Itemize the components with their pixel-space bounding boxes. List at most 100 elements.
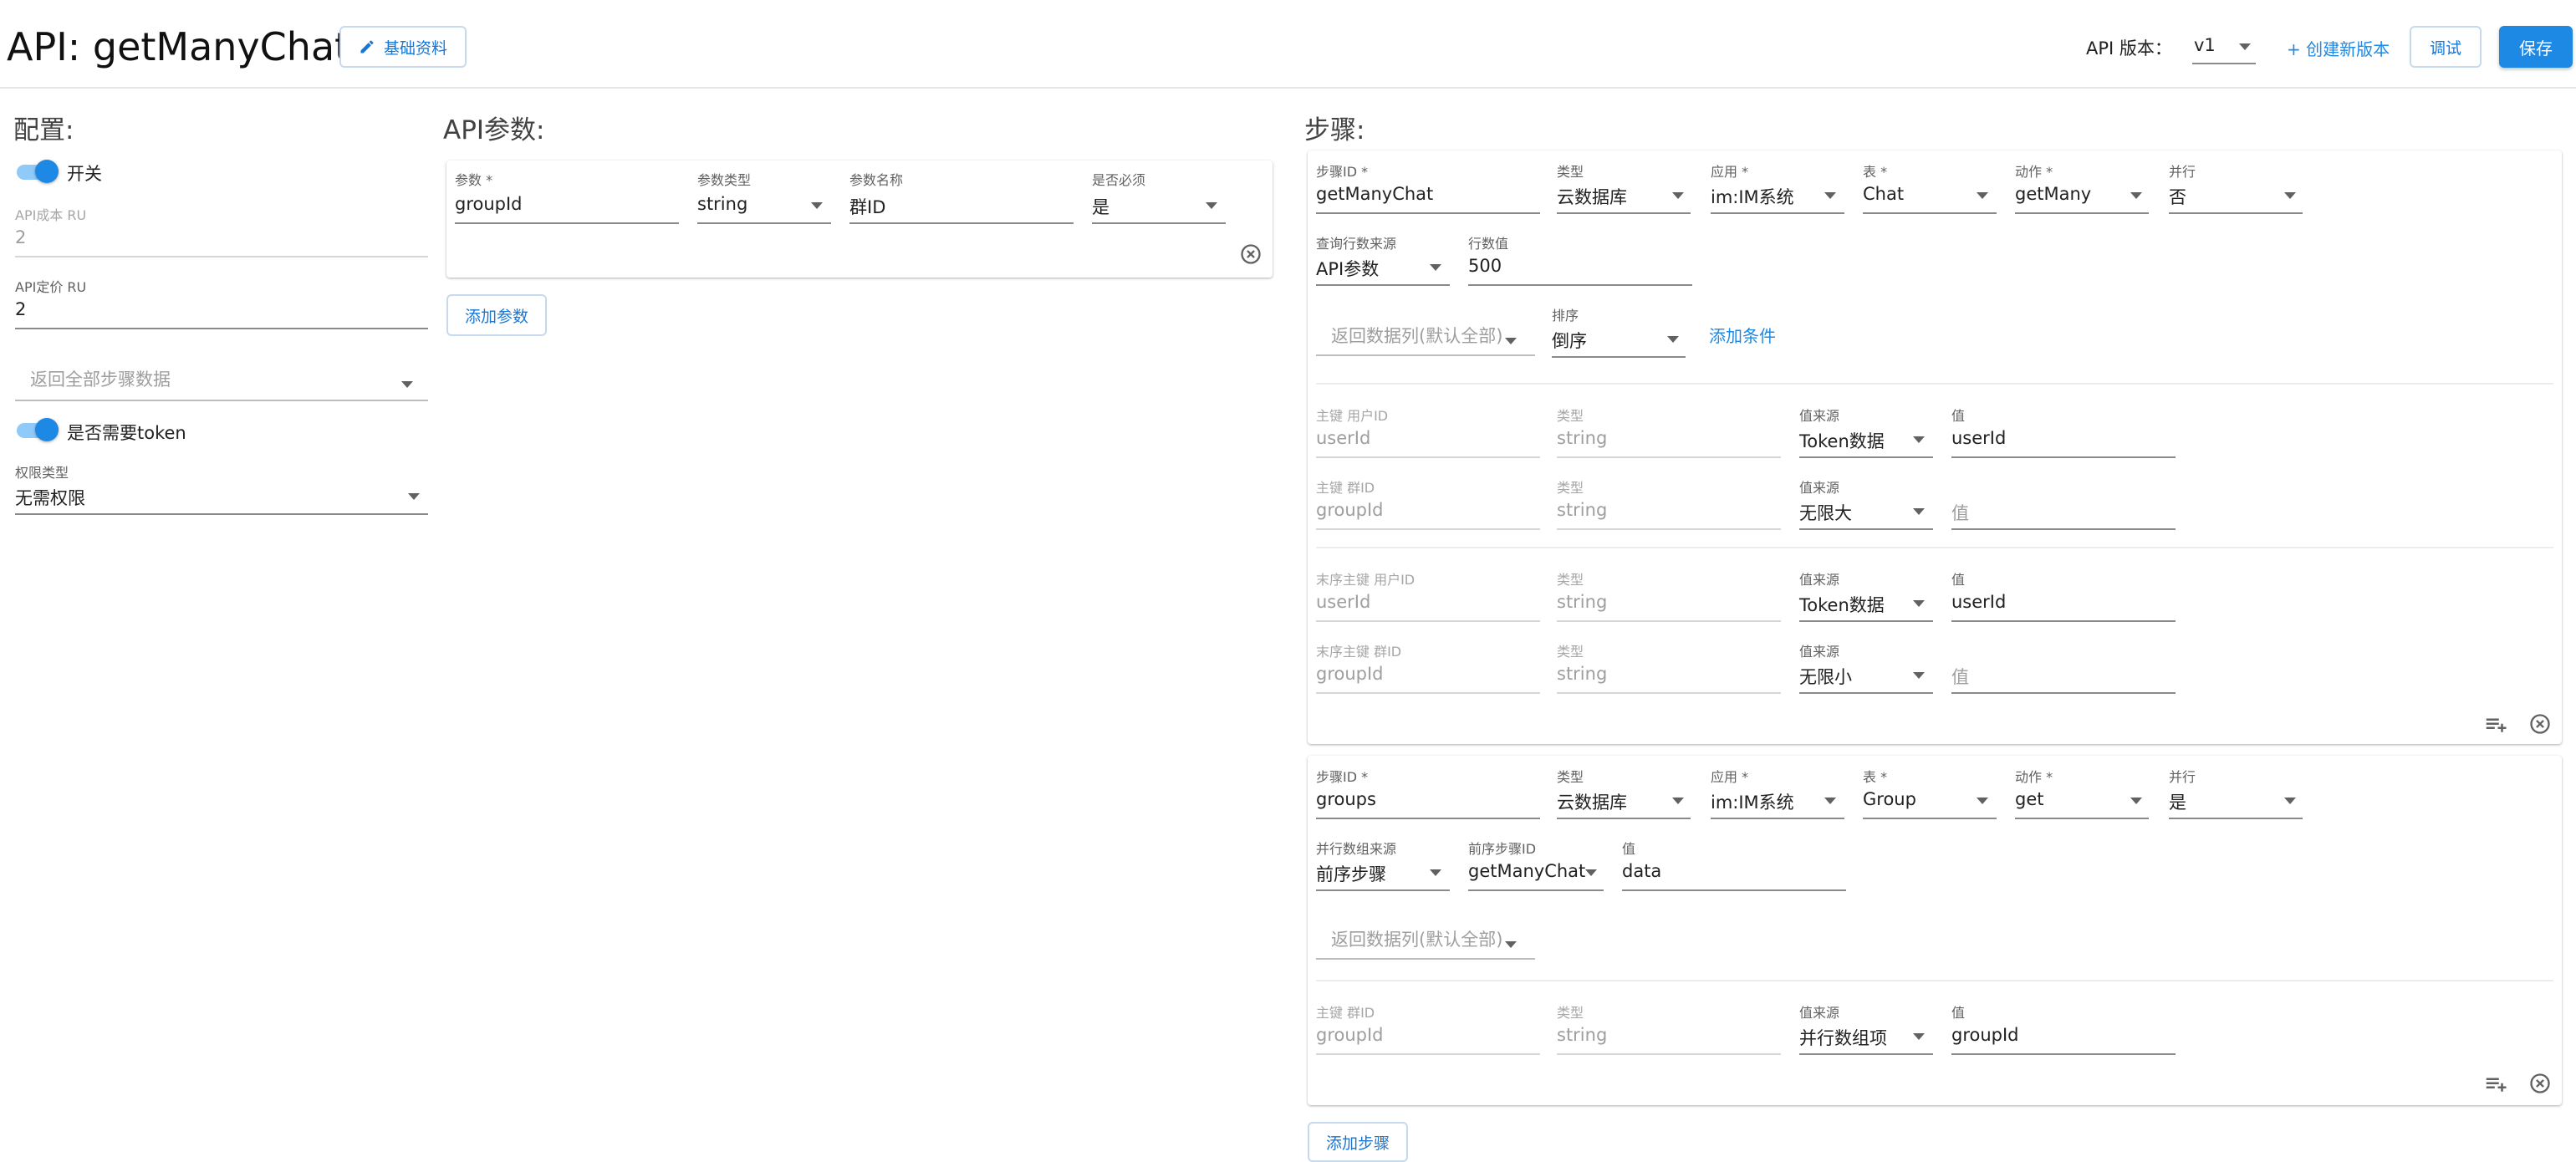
chevron-down-icon	[1206, 202, 1217, 209]
page-title: API: getManyChat	[7, 24, 350, 69]
value-source-select[interactable]: 无限大	[1799, 500, 1852, 525]
step-type-select[interactable]: 云数据库	[1557, 184, 1627, 209]
step-parallel-label: 并行	[2169, 164, 2196, 180]
chevron-down-icon	[1824, 798, 1836, 804]
key-type-input: string	[1557, 500, 1608, 520]
save-button[interactable]: 保存	[2499, 26, 2573, 68]
value-input[interactable]: userId	[1951, 592, 2006, 612]
key-label: 主键 群ID	[1316, 1005, 1375, 1021]
chevron-down-icon	[1913, 436, 1925, 443]
chevron-down-icon	[1977, 192, 1988, 199]
chevron-down-icon	[1913, 600, 1925, 607]
value-source-select[interactable]: 并行数组项	[1799, 1025, 1887, 1050]
close-circle-icon[interactable]	[1239, 242, 1262, 266]
add-param-button[interactable]: 添加参数	[446, 294, 547, 336]
return-all-steps-select[interactable]: 返回全部步骤数据	[30, 366, 171, 391]
chevron-down-icon	[1913, 1033, 1925, 1040]
step2-return-columns-underline	[1316, 958, 1535, 960]
value-source-select[interactable]: Token数据	[1799, 428, 1885, 453]
step-parallel-select[interactable]: 否	[2169, 184, 2186, 209]
api-price-underline	[15, 328, 428, 329]
chevron-down-icon	[1505, 941, 1517, 948]
params-section-title: API参数:	[443, 115, 545, 145]
chevron-down-icon	[1667, 336, 1679, 343]
step2-action-underline	[2015, 818, 2149, 819]
value-input[interactable]: 值	[1951, 664, 1969, 689]
step2-type-select[interactable]: 云数据库	[1557, 789, 1627, 814]
step-app-select[interactable]: im:IM系统	[1711, 184, 1794, 209]
rows-source-select[interactable]: API参数	[1316, 256, 1379, 281]
param-display-name-input[interactable]: 群ID	[849, 194, 885, 219]
step-parallel-underline	[2169, 212, 2303, 214]
value-source-select[interactable]: 无限小	[1799, 664, 1852, 689]
enable-switch[interactable]	[15, 160, 60, 183]
step-id-input[interactable]: getManyChat	[1316, 184, 1433, 204]
key-input: groupId	[1316, 664, 1384, 684]
basic-info-label: 基础资料	[383, 38, 447, 58]
close-circle-icon[interactable]	[2528, 712, 2552, 736]
value-input[interactable]: userId	[1951, 428, 2006, 448]
create-version-link[interactable]: + 创建新版本	[2287, 36, 2390, 60]
prev-step-select[interactable]: getManyChat	[1468, 861, 1585, 881]
header-divider	[0, 87, 2576, 89]
param-type-select[interactable]: string	[697, 194, 747, 214]
api-price-field[interactable]: 2	[15, 299, 26, 319]
step2-id-input[interactable]: groups	[1316, 789, 1376, 809]
return-columns-underline	[1316, 354, 1535, 356]
value-source-select[interactable]: Token数据	[1799, 592, 1885, 617]
value-input[interactable]: groupId	[1951, 1025, 2019, 1045]
step-action-select[interactable]: getMany	[2015, 184, 2091, 204]
step-app-label: 应用 *	[1711, 164, 1749, 180]
parallel-value-label: 值	[1622, 841, 1636, 857]
step2-app-label: 应用 *	[1711, 769, 1749, 785]
key-type-label: 类型	[1557, 480, 1584, 496]
param-required-select[interactable]: 是	[1092, 194, 1109, 219]
step2-app-select[interactable]: im:IM系统	[1711, 789, 1794, 814]
debug-button[interactable]: 调试	[2410, 26, 2482, 68]
token-switch[interactable]	[15, 418, 60, 441]
parallel-source-select[interactable]: 前序步骤	[1316, 861, 1386, 886]
step2-table-select[interactable]: Group	[1863, 789, 1916, 809]
value-source-underline	[1799, 620, 1933, 622]
chevron-down-icon	[2130, 798, 2142, 804]
param-name-input[interactable]: groupId	[455, 194, 523, 214]
param-name-label: 参数 *	[455, 172, 493, 188]
value-label: 值	[1951, 572, 1966, 588]
step-table-select[interactable]: Chat	[1863, 184, 1904, 204]
chevron-down-icon	[2284, 192, 2296, 199]
close-circle-icon[interactable]	[2528, 1072, 2552, 1095]
param-type-underline	[697, 222, 831, 224]
step2-divider	[1316, 980, 2553, 981]
step-table-underline	[1863, 212, 1997, 214]
playlist-add-icon[interactable]	[2483, 712, 2508, 737]
add-step-button[interactable]: 添加步骤	[1308, 1122, 1408, 1162]
chevron-down-icon	[1672, 798, 1684, 804]
playlist-add-icon[interactable]	[2483, 1072, 2508, 1097]
step2-action-select[interactable]: get	[2015, 789, 2043, 809]
add-condition-link[interactable]: 添加条件	[1709, 323, 1776, 347]
step1-divider-2	[1316, 547, 2553, 548]
param-display-name-label: 参数名称	[849, 172, 904, 188]
permission-type-underline	[15, 513, 428, 515]
value-input[interactable]: 值	[1951, 500, 1969, 525]
value-source-underline	[1799, 1053, 1933, 1055]
sort-select[interactable]: 倒序	[1552, 328, 1587, 353]
value-underline	[1951, 456, 2176, 458]
key-type-underline	[1557, 1053, 1781, 1055]
permission-type-select[interactable]: 无需权限	[15, 485, 85, 510]
chevron-down-icon	[1913, 672, 1925, 679]
rows-value-input[interactable]: 500	[1468, 256, 1502, 276]
rows-source-label: 查询行数来源	[1316, 236, 1397, 252]
parallel-value-input[interactable]: data	[1622, 861, 1661, 881]
return-columns-select[interactable]: 返回数据列(默认全部)	[1331, 323, 1502, 348]
step-id-underline	[1316, 212, 1540, 214]
step2-return-columns-select[interactable]: 返回数据列(默认全部)	[1331, 926, 1502, 951]
step-id-label: 步骤ID *	[1316, 164, 1369, 180]
basic-info-button[interactable]: 基础资料	[339, 26, 467, 68]
rows-source-underline	[1316, 284, 1450, 286]
value-source-label: 值来源	[1799, 1005, 1840, 1021]
api-version-select[interactable]: v1	[2194, 35, 2216, 55]
param-required-underline	[1092, 222, 1226, 224]
key-type-label: 类型	[1557, 572, 1584, 588]
step2-parallel-select[interactable]: 是	[2169, 789, 2186, 814]
